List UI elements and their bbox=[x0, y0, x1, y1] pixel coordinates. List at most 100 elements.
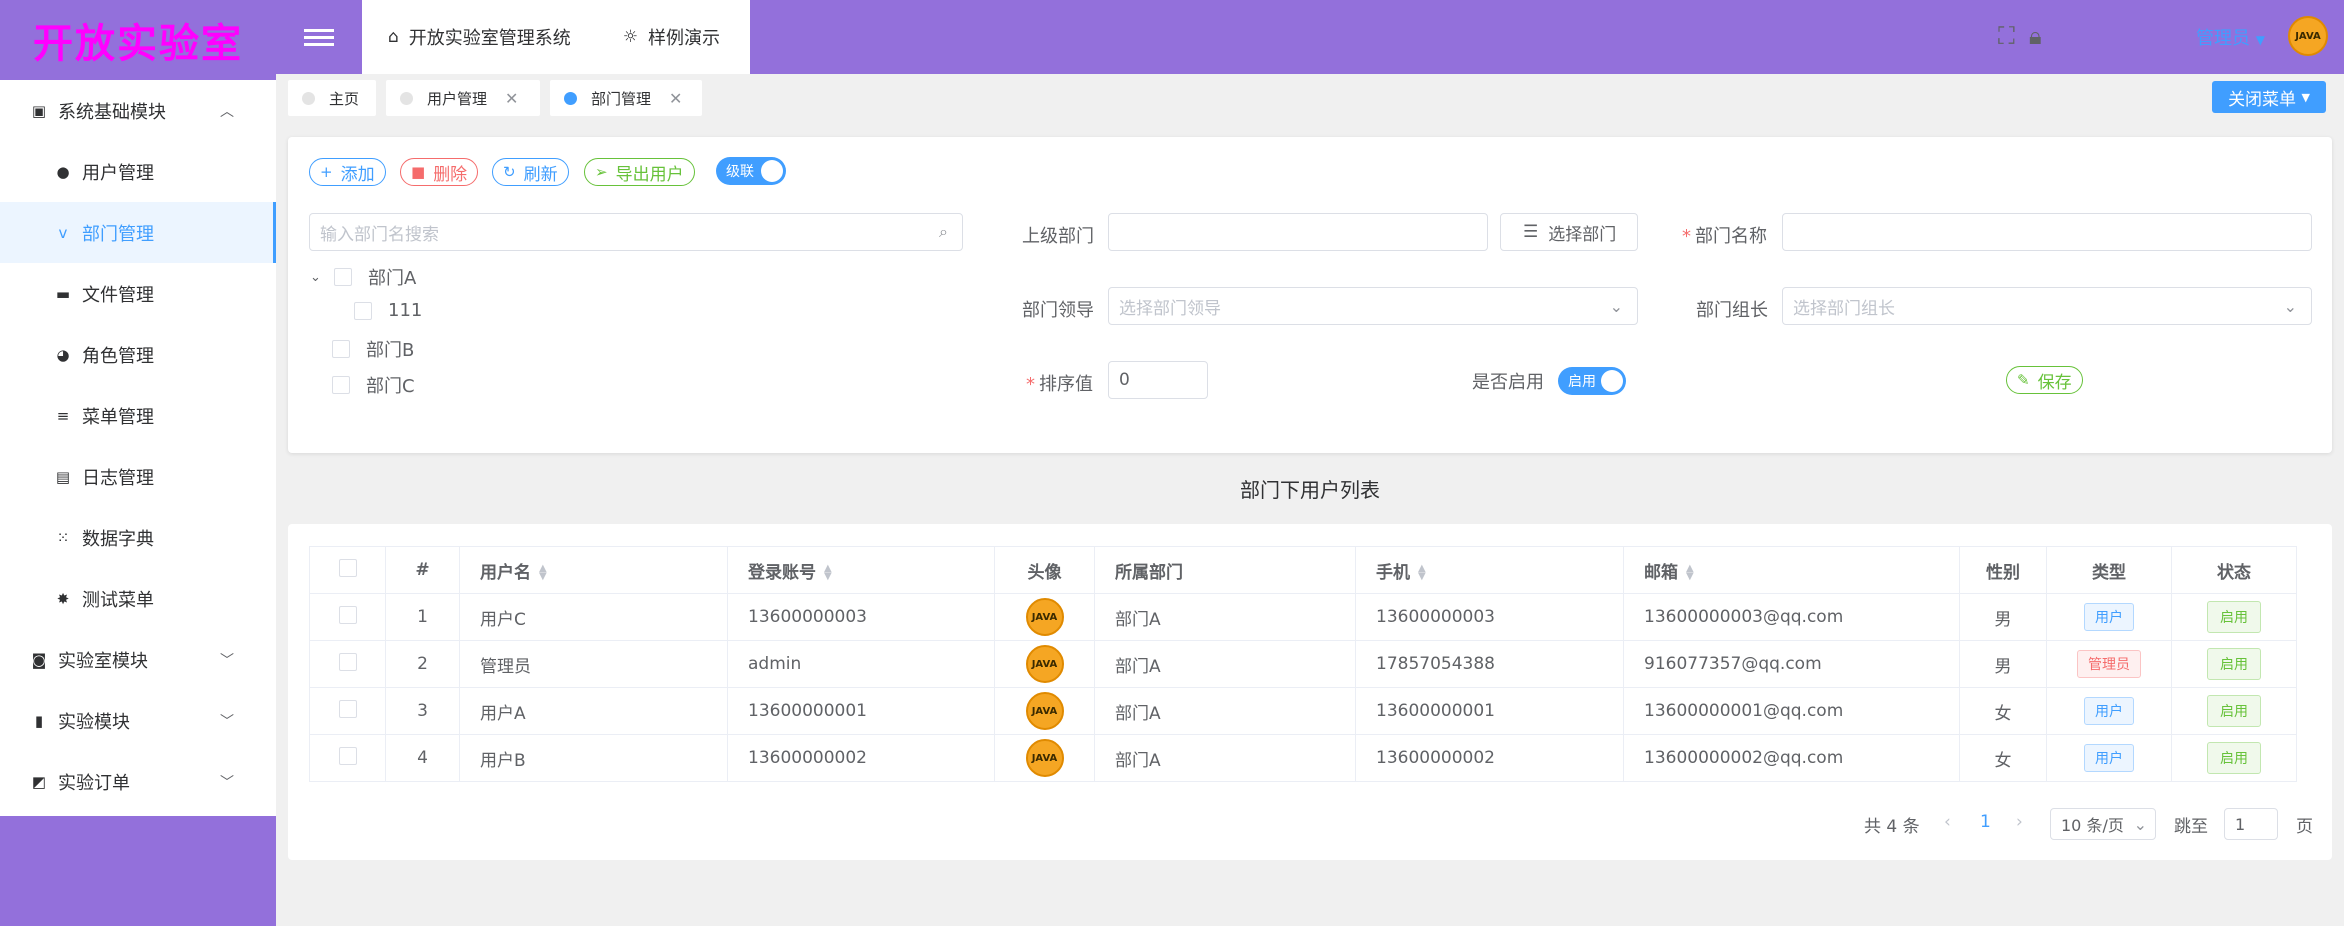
next-page-icon[interactable]: › bbox=[2016, 812, 2023, 832]
sidebar-item-label: 角色管理 bbox=[82, 345, 154, 367]
export-users-button[interactable]: ➢ 导出用户 bbox=[584, 158, 695, 186]
cell-phone: 13600000001 bbox=[1355, 687, 1624, 735]
sidebar-item-label: 用户管理 bbox=[82, 162, 154, 184]
sidebar-item-label: 系统基础模块 bbox=[58, 101, 166, 123]
cell-dept: 部门A bbox=[1094, 640, 1356, 688]
sidebar-item-user-management[interactable]: ● 用户管理 bbox=[0, 141, 276, 202]
chevron-down-icon: ﹀ bbox=[220, 713, 234, 730]
save-button[interactable]: ✎ 保存 bbox=[2006, 366, 2083, 394]
nav-home[interactable]: ⌂ 开放实验室管理系统 bbox=[362, 24, 571, 50]
sidebar-item-lab-module[interactable]: ◙ 实验室模块 ﹀ bbox=[0, 629, 276, 690]
cascade-switch[interactable]: 级联 bbox=[716, 157, 786, 185]
cell-gender: 女 bbox=[1959, 687, 2047, 735]
row-checkbox[interactable] bbox=[309, 593, 386, 641]
order-icon: ◩ bbox=[31, 772, 47, 791]
row-checkbox[interactable] bbox=[309, 734, 386, 782]
col-email[interactable]: 邮箱 ▲ ▼ bbox=[1623, 546, 1960, 594]
col-username[interactable]: 用户名 ▲ ▼ bbox=[459, 546, 728, 594]
select-dept-button[interactable]: ☰ 选择部门 bbox=[1500, 213, 1638, 251]
sidebar-item-log-management[interactable]: ▤ 日志管理 bbox=[0, 446, 276, 507]
tree-node[interactable]: 部门B bbox=[332, 336, 414, 362]
tree-node[interactable]: 111 bbox=[354, 300, 422, 321]
table-row[interactable]: 2 管理员 admin JAVA 部门A 17857054388 9160773… bbox=[309, 640, 2297, 688]
fullscreen-icon[interactable]: ⛶ bbox=[1998, 22, 2015, 50]
nav-demo[interactable]: ☼ 样例演示 bbox=[571, 24, 720, 50]
dept-name-input[interactable] bbox=[1782, 213, 2312, 251]
close-menu-button[interactable]: 关闭菜单 ▼ bbox=[2212, 81, 2326, 113]
status-badge[interactable]: 启用 bbox=[2207, 648, 2261, 680]
goto-page-input[interactable]: 1 bbox=[2224, 808, 2278, 840]
tree-checkbox[interactable] bbox=[354, 301, 372, 320]
page-size-select[interactable]: 10 条/页 ⌄ bbox=[2050, 808, 2156, 840]
sidebar-item-role-management[interactable]: ◕ 角色管理 bbox=[0, 324, 276, 385]
cell-avatar: JAVA bbox=[994, 593, 1095, 641]
type-badge: 用户 bbox=[2084, 603, 2134, 631]
status-badge[interactable]: 启用 bbox=[2207, 695, 2261, 727]
sidebar-item-file-management[interactable]: ▬ 文件管理 bbox=[0, 263, 276, 324]
table-row[interactable]: 1 用户C 13600000003 JAVA 部门A 13600000003 1… bbox=[309, 593, 2297, 641]
col-gender: 性别 bbox=[1959, 546, 2047, 594]
close-icon[interactable]: ✕ bbox=[505, 89, 518, 108]
tree-checkbox[interactable] bbox=[332, 340, 350, 358]
page-number[interactable]: 1 bbox=[1980, 812, 1991, 832]
dept-head-select[interactable]: 选择部门组长 ⌄ bbox=[1782, 287, 2312, 325]
cell-status: 启用 bbox=[2171, 593, 2297, 641]
menu-icon: ≡ bbox=[56, 406, 70, 425]
col-phone[interactable]: 手机 ▲ ▼ bbox=[1355, 546, 1624, 594]
cell-type: 用户 bbox=[2046, 687, 2172, 735]
refresh-button[interactable]: ↻ 刷新 bbox=[492, 158, 569, 186]
sidebar-item-label: 实验室模块 bbox=[58, 650, 148, 672]
table-row[interactable]: 3 用户A 13600000001 JAVA 部门A 13600000001 1… bbox=[309, 687, 2297, 735]
hamburger-icon[interactable] bbox=[276, 0, 362, 74]
cell-dept: 部门A bbox=[1094, 687, 1356, 735]
add-button[interactable]: + 添加 bbox=[309, 158, 386, 186]
tab-user-management[interactable]: 用户管理 ✕ bbox=[386, 80, 540, 116]
sidebar-item-experiment-order[interactable]: ◩ 实验订单 ﹀ bbox=[0, 751, 276, 812]
flask-icon: ◙ bbox=[31, 650, 47, 669]
sidebar-item-experiment-module[interactable]: ▮ 实验模块 ﹀ bbox=[0, 690, 276, 751]
tree-node[interactable]: 部门C bbox=[332, 372, 415, 398]
user-dropdown[interactable]: 管理员 ▼ bbox=[2196, 24, 2265, 50]
sidebar-item-menu-management[interactable]: ≡ 菜单管理 bbox=[0, 385, 276, 446]
sidebar-item-data-dictionary[interactable]: ⁙ 数据字典 bbox=[0, 507, 276, 568]
tree-checkbox[interactable] bbox=[332, 376, 350, 394]
cell-account: 13600000003 bbox=[727, 593, 995, 641]
sidebar-item-label: 文件管理 bbox=[82, 284, 154, 306]
avatar: JAVA bbox=[1025, 645, 1064, 683]
col-avatar: 头像 bbox=[994, 546, 1095, 594]
lock-icon[interactable]: 🔒︎ bbox=[2029, 22, 2042, 50]
tab-department-management[interactable]: 部门管理 ✕ bbox=[550, 80, 702, 116]
dept-leader-select[interactable]: 选择部门领导 ⌄ bbox=[1108, 287, 1638, 325]
header-avatar[interactable]: JAVA bbox=[2288, 16, 2328, 56]
clipboard-icon: ▮ bbox=[34, 711, 44, 730]
page-unit-label: 页 bbox=[2296, 817, 2313, 837]
sidebar-item-system-base[interactable]: ▣ 系统基础模块 ︿ bbox=[0, 80, 276, 141]
tree-node[interactable]: ⌄ 部门A bbox=[310, 264, 416, 290]
delete-button[interactable]: ■ 删除 bbox=[400, 158, 479, 186]
enabled-switch[interactable]: 启用 bbox=[1558, 367, 1626, 395]
col-account[interactable]: 登录账号 ▲ ▼ bbox=[727, 546, 995, 594]
row-checkbox[interactable] bbox=[309, 640, 386, 688]
header-tools: ⛶ 🔒︎ bbox=[1998, 22, 2042, 50]
send-icon: ➢ bbox=[595, 163, 608, 181]
department-search-input[interactable]: 输入部门名搜索 ⌕ bbox=[309, 213, 963, 251]
table-row[interactable]: 4 用户B 13600000002 JAVA 部门A 13600000002 1… bbox=[309, 734, 2297, 782]
parent-dept-input[interactable] bbox=[1108, 213, 1488, 251]
close-icon[interactable]: ✕ bbox=[669, 89, 682, 108]
avatar: JAVA bbox=[1025, 739, 1064, 777]
sort-input[interactable]: 0 bbox=[1108, 361, 1208, 399]
chevron-down-icon: ⌄ bbox=[2283, 296, 2297, 316]
row-checkbox[interactable] bbox=[309, 687, 386, 735]
sort-icon: ▲ ▼ bbox=[1418, 562, 1426, 582]
avatar: JAVA bbox=[1025, 598, 1064, 636]
status-badge[interactable]: 启用 bbox=[2207, 601, 2261, 633]
sidebar-item-department-management[interactable]: ⅴ 部门管理 bbox=[0, 202, 276, 263]
tab-home[interactable]: 主页 bbox=[288, 80, 376, 116]
prev-page-icon[interactable]: ‹ bbox=[1944, 812, 1951, 832]
select-all-checkbox[interactable] bbox=[309, 546, 386, 594]
status-badge[interactable]: 启用 bbox=[2207, 742, 2261, 774]
caret-down-icon[interactable]: ⌄ bbox=[310, 270, 328, 285]
sidebar-item-test-menu[interactable]: ✸ 测试菜单 bbox=[0, 568, 276, 629]
cell-email: 13600000002@qq.com bbox=[1623, 734, 1960, 782]
tree-checkbox[interactable] bbox=[334, 268, 352, 286]
